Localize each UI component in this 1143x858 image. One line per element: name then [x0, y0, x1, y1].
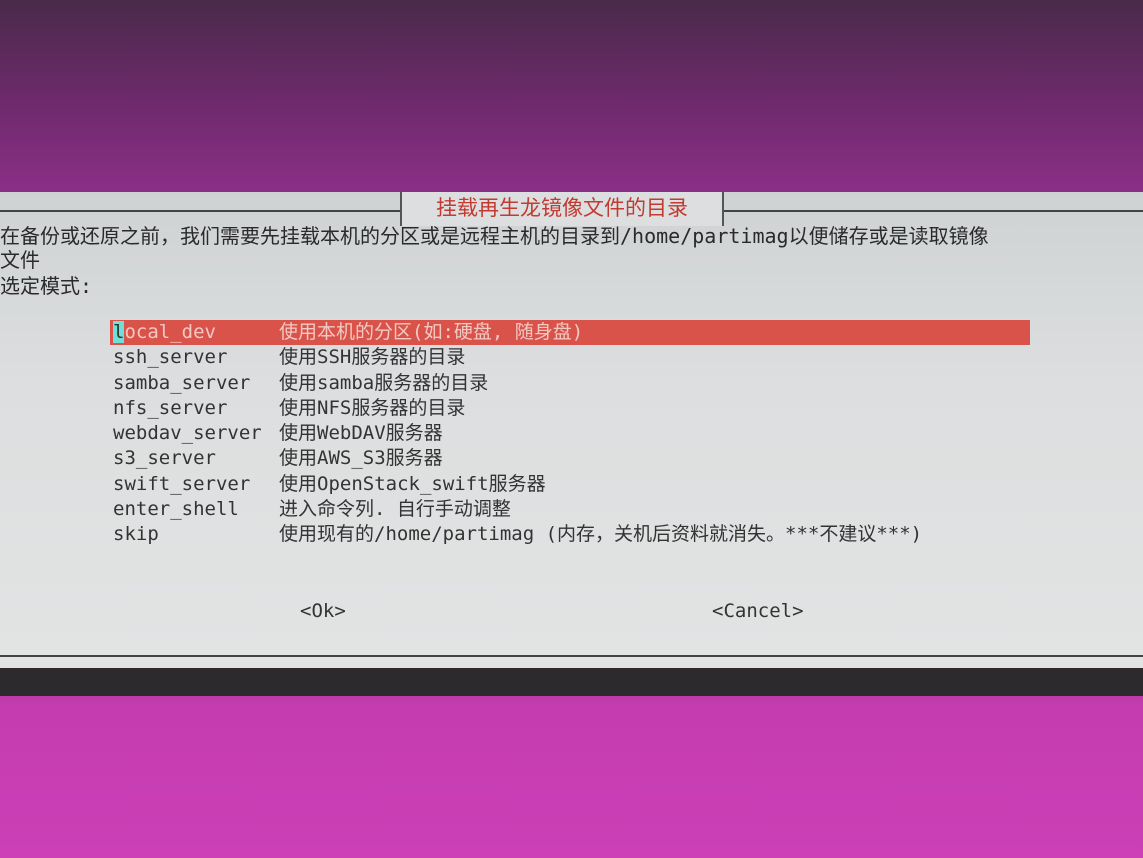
description-line-2: 文件	[0, 248, 40, 272]
menu-item-nfs-server[interactable]: nfs_server 使用NFS服务器的目录	[110, 396, 1030, 421]
menu-item-swift-server[interactable]: swift_server 使用OpenStack_swift服务器	[110, 472, 1030, 497]
menu-item-desc: 使用samba服务器的目录	[279, 371, 489, 394]
menu-item-tag: skip	[113, 523, 159, 546]
menu-item-tag: nfs_server	[113, 396, 228, 419]
cancel-button[interactable]: <Cancel>	[712, 600, 804, 622]
prompt-label: 选定模式:	[0, 274, 93, 298]
menu-item-desc: 使用本机的分区(如:硬盘, 随身盘)	[279, 321, 584, 343]
menu-item-enter-shell[interactable]: enter_shell 进入命令列. 自行手动调整	[110, 497, 1030, 522]
dialog-bottom-border	[0, 655, 1143, 657]
menu-item-s3-server[interactable]: s3_server 使用AWS_S3服务器	[110, 446, 1030, 471]
menu-item-tag: ssh_server	[113, 346, 228, 369]
menu-item-desc: 使用WebDAV服务器	[279, 422, 443, 445]
menu-item-ssh-server[interactable]: ssh_server 使用SSH服务器的目录	[110, 345, 1030, 370]
menu-item-desc: 进入命令列. 自行手动调整	[279, 498, 511, 521]
menu-item-webdav-server[interactable]: webdav_server 使用WebDAV服务器	[110, 421, 1030, 446]
menu-item-tag: local_dev	[113, 321, 216, 343]
dialog-shadow	[0, 668, 1143, 696]
menu-item-tag: enter_shell	[113, 498, 239, 521]
menu-item-skip[interactable]: skip 使用现有的/home/partimag (内存，关机后资料就消失。***…	[110, 522, 1030, 547]
menu-item-tag: swift_server	[113, 472, 251, 495]
menu-item-desc: 使用OpenStack_swift服务器	[279, 472, 546, 495]
menu-item-tag: webdav_server	[113, 422, 262, 445]
menu-item-tag: samba_server	[113, 371, 251, 394]
menu-item-tag: s3_server	[113, 447, 216, 470]
ok-button[interactable]: <Ok>	[300, 600, 346, 622]
menu-item-desc: 使用现有的/home/partimag (内存，关机后资料就消失。***不建议*…	[279, 523, 923, 546]
mode-menu: local_dev 使用本机的分区(如:硬盘, 随身盘) ssh_server 使…	[110, 320, 1030, 548]
description-line-1: 在备份或还原之前，我们需要先挂载本机的分区或是远程主机的目录到/home/par…	[0, 224, 989, 248]
menu-item-samba-server[interactable]: samba_server 使用samba服务器的目录	[110, 371, 1030, 396]
menu-item-local-dev[interactable]: local_dev 使用本机的分区(如:硬盘, 随身盘)	[110, 320, 1030, 346]
menu-item-desc: 使用SSH服务器的目录	[279, 346, 466, 369]
menu-item-desc: 使用NFS服务器的目录	[279, 396, 466, 419]
menu-item-desc: 使用AWS_S3服务器	[279, 447, 443, 470]
cursor: l	[113, 321, 125, 343]
